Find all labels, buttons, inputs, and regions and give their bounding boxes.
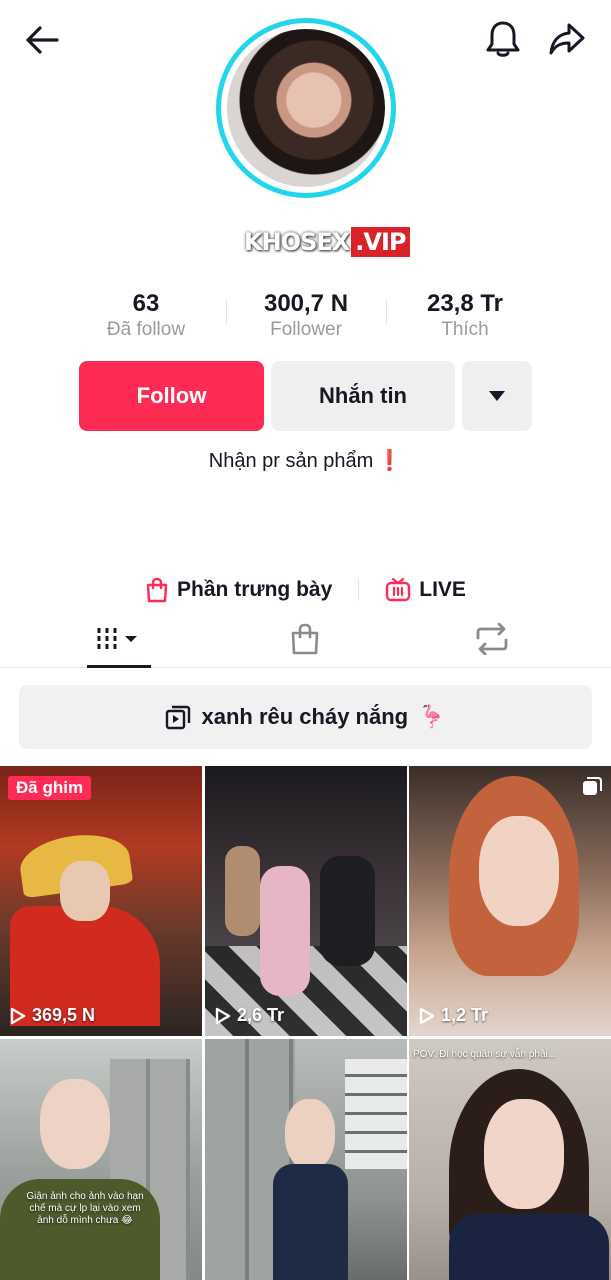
tab-reposts[interactable] <box>432 610 552 668</box>
watermark-main: KHOSEX <box>244 228 350 256</box>
tab-videos[interactable] <box>59 610 179 668</box>
more-options-button[interactable] <box>462 361 532 431</box>
video-thumbnail[interactable]: 1,2 Tr <box>409 766 611 1036</box>
playlist-emoji: 🦩 <box>418 704 446 729</box>
photo-carousel-icon <box>583 777 602 795</box>
stat-likes[interactable]: 23,8 Tr Thích <box>385 288 545 342</box>
video-thumbnail[interactable]: POV: Đi học quân sự vẫn phải... <box>409 1039 611 1280</box>
link-divider <box>358 579 360 601</box>
bell-icon <box>486 21 520 57</box>
thumbnail-art <box>345 1059 407 1169</box>
thumbnail-art <box>320 856 375 966</box>
profile-links: Phần trưng bày LIVE <box>0 574 611 606</box>
thumbnail-art <box>484 1099 564 1209</box>
view-count: 1,2 Tr <box>419 1005 488 1026</box>
stat-followers[interactable]: 300,7 N Follower <box>226 288 386 342</box>
follow-button[interactable]: Follow <box>79 361 264 431</box>
playlist-icon <box>166 705 191 730</box>
avatar <box>227 29 385 187</box>
view-count-text: 2,6 Tr <box>237 1005 285 1025</box>
message-button[interactable]: Nhắn tin <box>271 361 455 431</box>
repost-icon <box>476 623 508 655</box>
content-tabs <box>0 610 611 668</box>
profile-stats: 63 Đã follow 300,7 N Follower 23,8 Tr Th… <box>0 288 611 348</box>
stat-following-value: 63 <box>132 290 160 317</box>
video-thumbnail[interactable]: Đã ghim 369,5 N <box>0 766 202 1036</box>
stat-followers-label: Follower <box>270 319 342 340</box>
bio-text: Nhận pr sản phẩm <box>208 450 374 472</box>
stat-following-label: Đã follow <box>106 319 186 340</box>
thumbnail-art <box>60 861 110 921</box>
arrow-left-icon <box>26 26 59 54</box>
view-count: 369,5 N <box>10 1005 95 1026</box>
shopping-bag-icon <box>146 577 168 603</box>
tab-shop[interactable] <box>245 610 365 668</box>
stat-likes-value: 23,8 Tr <box>426 290 504 317</box>
video-thumbnail[interactable]: 2,6 Tr <box>205 766 407 1036</box>
view-count: 2,6 Tr <box>215 1005 284 1026</box>
view-count-text: 369,5 N <box>32 1005 96 1025</box>
thumbnail-art <box>260 866 310 996</box>
stat-followers-value: 300,7 N <box>263 290 349 317</box>
video-caption: Giận ảnh cho ảnh vào hạn chế mà cự lp lạ… <box>26 1191 144 1226</box>
live-tv-icon <box>386 578 411 602</box>
username-watermark: KHOSEX .VIP <box>244 224 410 260</box>
caret-down-icon <box>489 391 505 401</box>
bio-emoji: ❗ <box>377 450 403 472</box>
avatar-ring[interactable] <box>216 18 396 198</box>
watermark-suffix: .VIP <box>351 227 410 257</box>
bio: Nhận pr sản phẩm ❗ <box>0 448 611 473</box>
live-label: LIVE <box>419 578 466 601</box>
thumbnail-art <box>225 846 260 936</box>
play-icon <box>10 1007 26 1024</box>
thumbnail-art <box>40 1079 110 1169</box>
live-link[interactable]: LIVE <box>385 578 466 602</box>
video-grid-icon <box>97 628 137 650</box>
showcase-label: Phần trưng bày <box>177 578 333 601</box>
video-thumbnail[interactable] <box>205 1039 407 1280</box>
notification-button[interactable] <box>480 16 526 62</box>
playlist-label: xanh rêu cháy nắng <box>201 704 409 729</box>
view-count-text: 1,2 Tr <box>441 1005 489 1025</box>
showcase-link[interactable]: Phần trưng bày <box>145 577 332 603</box>
play-icon <box>419 1007 435 1024</box>
shopping-bag-icon <box>291 623 319 655</box>
thumbnail-art <box>285 1099 335 1169</box>
thumbnail-art <box>479 816 559 926</box>
video-thumbnail[interactable]: Giận ảnh cho ảnh vào hạn chế mà cự lp lạ… <box>0 1039 202 1280</box>
share-arrow-icon <box>549 23 585 55</box>
active-tab-indicator <box>87 665 151 668</box>
pinned-badge: Đã ghim <box>8 776 92 800</box>
thumbnail-art <box>449 1214 609 1280</box>
playlist-chip[interactable]: xanh rêu cháy nắng 🦩 <box>19 685 592 749</box>
share-button[interactable] <box>542 16 592 62</box>
back-button[interactable] <box>18 18 66 62</box>
play-icon <box>215 1007 231 1024</box>
video-caption: POV: Đi học quân sự vẫn phải... <box>413 1049 557 1060</box>
stat-following[interactable]: 63 Đã follow <box>66 288 226 342</box>
thumbnail-art <box>273 1164 348 1280</box>
stat-likes-label: Thích <box>441 319 489 340</box>
